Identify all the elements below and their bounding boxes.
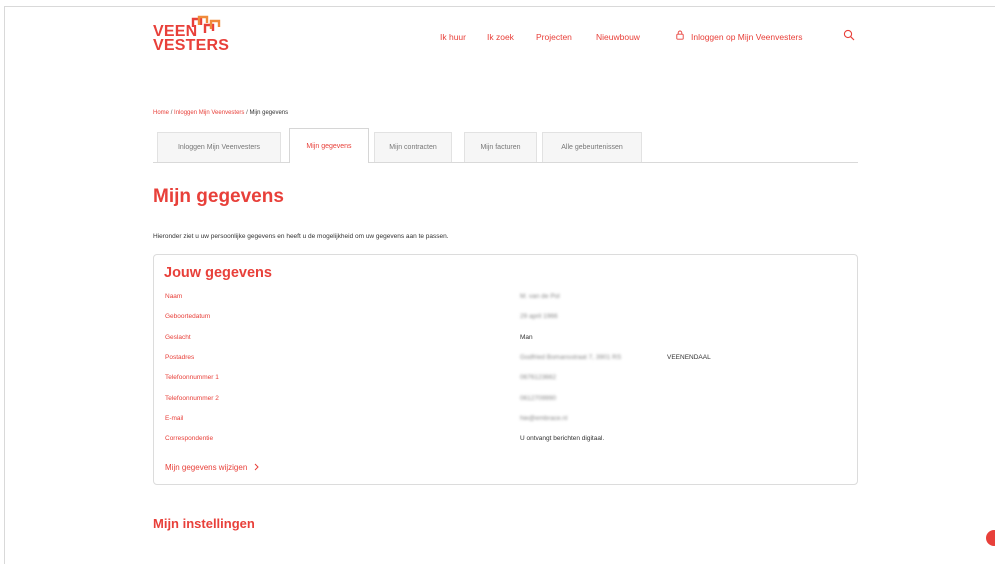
nav-nieuwbouw[interactable]: Nieuwbouw xyxy=(596,32,640,42)
detail-row-geslacht: Geslacht Man xyxy=(165,334,845,346)
breadcrumb-separator: / xyxy=(170,110,173,116)
breadcrumb-parent[interactable]: Inloggen Mijn Veenvesters xyxy=(174,110,244,116)
detail-value-city: VEENENDAAL xyxy=(667,354,711,361)
detail-row-telefoon2: Telefoonnummer 2 0612709990 xyxy=(165,395,845,407)
tab-mijn-facturen[interactable]: Mijn facturen xyxy=(464,132,537,162)
settings-heading: Mijn instellingen xyxy=(153,516,255,531)
detail-label: Telefoonnummer 2 xyxy=(165,395,219,402)
nav-login-link[interactable]: Inloggen op Mijn Veenvesters xyxy=(691,32,803,42)
breadcrumb-current: Mijn gegevens xyxy=(249,110,289,116)
veenvesters-logo[interactable]: VEEN VESTERS xyxy=(153,15,229,63)
detail-value: U ontvangt berichten digitaal. xyxy=(520,435,605,442)
nav-projecten[interactable]: Projecten xyxy=(536,32,572,42)
detail-label: E-mail xyxy=(165,415,184,422)
breadcrumb-separator: / xyxy=(246,110,248,116)
tab-mijn-gegevens[interactable]: Mijn gegevens xyxy=(289,128,369,163)
detail-value: Godfried Bomansstraat 7, 3901 RS xyxy=(520,354,622,361)
detail-label: Telefoonnummer 1 xyxy=(165,374,219,381)
card-title: Jouw gegevens xyxy=(164,265,272,281)
tabs-divider xyxy=(153,162,858,163)
detail-label: Geslacht xyxy=(165,334,191,341)
breadcrumb: Home / Inloggen Mijn Veenvesters / Mijn … xyxy=(153,110,288,116)
search-icon[interactable] xyxy=(843,29,855,41)
detail-label: Correspondentie xyxy=(165,435,214,442)
detail-label: Naam xyxy=(165,293,183,300)
tab-mijn-contracten[interactable]: Mijn contracten xyxy=(374,132,452,162)
detail-row-correspondentie: Correspondentie U ontvangt berichten dig… xyxy=(165,435,845,447)
edit-details-link[interactable]: Mijn gegevens wijzigen xyxy=(165,463,260,472)
detail-row-email: E-mail hie@embrace.nl xyxy=(165,415,845,427)
page-title: Mijn gegevens xyxy=(153,186,284,207)
account-tabs: Inloggen Mijn Veenvesters Mijn gegevens … xyxy=(153,128,858,163)
nav-ik-zoek[interactable]: Ik zoek xyxy=(487,32,514,42)
detail-row-telefoon1: Telefoonnummer 1 0676123662 xyxy=(165,374,845,386)
detail-label: Geboortedatum xyxy=(165,313,211,320)
lock-icon xyxy=(676,30,684,40)
tab-alle-gebeurtenissen[interactable]: Alle gebeurtenissen xyxy=(542,132,642,162)
detail-row-naam: Naam M. van de Pol xyxy=(165,293,845,305)
chevron-right-icon xyxy=(254,463,259,471)
detail-value: 0676123662 xyxy=(520,374,557,381)
detail-value: 0612709990 xyxy=(520,395,557,402)
logo-line2: VESTERS xyxy=(153,37,230,54)
chat-bubble-icon[interactable] xyxy=(986,530,995,546)
logo-mark-icon xyxy=(191,15,221,33)
detail-row-postadres: Postadres Godfried Bomansstraat 7, 3901 … xyxy=(165,354,845,366)
detail-value: 29 april 1966 xyxy=(520,313,558,320)
tab-inloggen[interactable]: Inloggen Mijn Veenvesters xyxy=(157,132,281,162)
detail-label: Postadres xyxy=(165,354,195,361)
detail-row-geboortedatum: Geboortedatum 29 april 1966 xyxy=(165,313,845,325)
detail-value: Man xyxy=(520,334,533,341)
breadcrumb-home[interactable]: Home xyxy=(153,110,169,116)
edit-details-label: Mijn gegevens wijzigen xyxy=(165,463,248,472)
detail-value: hie@embrace.nl xyxy=(520,415,568,422)
details-card: Jouw gegevens Naam M. van de Pol Geboort… xyxy=(153,254,858,485)
intro-text: Hieronder ziet u uw persoonlijke gegeven… xyxy=(153,233,449,240)
detail-value: M. van de Pol xyxy=(520,293,560,300)
nav-ik-huur[interactable]: Ik huur xyxy=(440,32,466,42)
